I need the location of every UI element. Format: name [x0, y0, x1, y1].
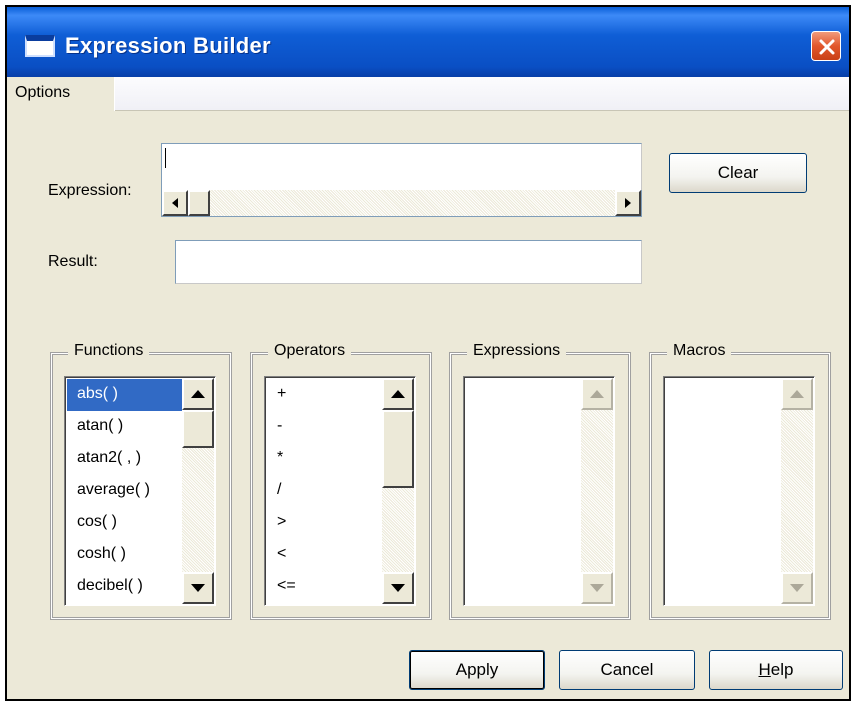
macros-group-title: Macros — [667, 342, 732, 360]
functions-group-title: Functions — [68, 342, 150, 360]
list-item[interactable]: cos( ) — [67, 507, 183, 539]
window-icon — [25, 35, 55, 57]
expressions-group: Expressions — [450, 342, 630, 619]
scroll-up-button — [781, 378, 813, 410]
arrow-up-icon — [790, 390, 804, 398]
scroll-left-button[interactable] — [162, 190, 188, 216]
list-item[interactable]: abs( ) — [67, 379, 183, 411]
help-label-rest: elp — [770, 660, 794, 679]
expressions-list[interactable] — [463, 376, 615, 606]
expressions-group-title: Expressions — [467, 342, 567, 360]
menu-options[interactable]: Options — [7, 77, 115, 111]
clear-button[interactable]: Clear — [669, 153, 807, 193]
arrow-left-icon — [172, 198, 178, 208]
list-item[interactable]: atan2( , ) — [67, 443, 183, 475]
list-item[interactable]: < — [267, 539, 383, 571]
arrow-down-icon — [590, 584, 604, 592]
arrow-right-icon — [625, 198, 631, 208]
result-field[interactable] — [175, 240, 642, 284]
macros-group: Macros — [650, 342, 830, 619]
text-caret — [165, 148, 166, 168]
arrow-down-icon — [790, 584, 804, 592]
arrow-up-icon — [191, 390, 205, 398]
list-item[interactable]: <= — [267, 571, 383, 603]
scroll-right-button[interactable] — [615, 190, 641, 216]
functions-group: Functions abs( ) atan( ) atan2( , ) aver… — [51, 342, 231, 619]
arrow-down-icon — [191, 584, 205, 592]
result-label: Result: — [48, 253, 98, 270]
help-button[interactable]: Help — [709, 650, 843, 690]
arrow-up-icon — [590, 390, 604, 398]
scroll-thumb[interactable] — [188, 190, 210, 216]
scroll-down-button — [581, 572, 613, 604]
arrow-down-icon — [391, 584, 405, 592]
scroll-down-button[interactable] — [182, 572, 214, 604]
expression-builder-window: Expression Builder Options Expression: C… — [5, 5, 851, 701]
list-item[interactable]: cosh( ) — [67, 539, 183, 571]
expression-horizontal-scrollbar[interactable] — [161, 190, 642, 217]
list-item[interactable]: - — [267, 411, 383, 443]
scroll-up-button[interactable] — [382, 378, 414, 410]
list-item[interactable]: + — [267, 379, 383, 411]
window-title: Expression Builder — [65, 33, 271, 58]
expression-input[interactable] — [161, 143, 642, 191]
operators-group-title: Operators — [268, 342, 352, 360]
macros-list[interactable] — [663, 376, 815, 606]
operators-group: Operators + - * / > < <= — [251, 342, 431, 619]
list-item[interactable]: atan( ) — [67, 411, 183, 443]
scroll-thumb[interactable] — [182, 410, 214, 448]
arrow-up-icon — [391, 390, 405, 398]
operators-vertical-scrollbar[interactable] — [382, 378, 414, 604]
cancel-button[interactable]: Cancel — [559, 650, 695, 690]
close-button[interactable] — [811, 31, 841, 61]
scroll-thumb[interactable] — [382, 410, 414, 488]
operators-list[interactable]: + - * / > < <= — [264, 376, 416, 606]
menu-bar: Options — [7, 77, 849, 111]
help-mnemonic: H — [758, 660, 771, 679]
scroll-up-button[interactable] — [182, 378, 214, 410]
scroll-down-button[interactable] — [382, 572, 414, 604]
macros-vertical-scrollbar — [781, 378, 813, 604]
list-item[interactable]: > — [267, 507, 383, 539]
list-item[interactable]: average( ) — [67, 475, 183, 507]
scroll-down-button — [781, 572, 813, 604]
expressions-vertical-scrollbar — [581, 378, 613, 604]
title-bar[interactable]: Expression Builder — [7, 7, 849, 77]
close-icon — [819, 39, 835, 55]
scroll-up-button — [581, 378, 613, 410]
list-item[interactable]: decibel( ) — [67, 571, 183, 603]
functions-vertical-scrollbar[interactable] — [182, 378, 214, 604]
list-item[interactable]: * — [267, 443, 383, 475]
list-item[interactable]: / — [267, 475, 383, 507]
functions-list[interactable]: abs( ) atan( ) atan2( , ) average( ) cos… — [64, 376, 216, 606]
apply-button[interactable]: Apply — [409, 650, 545, 690]
expression-label: Expression: — [48, 182, 132, 199]
